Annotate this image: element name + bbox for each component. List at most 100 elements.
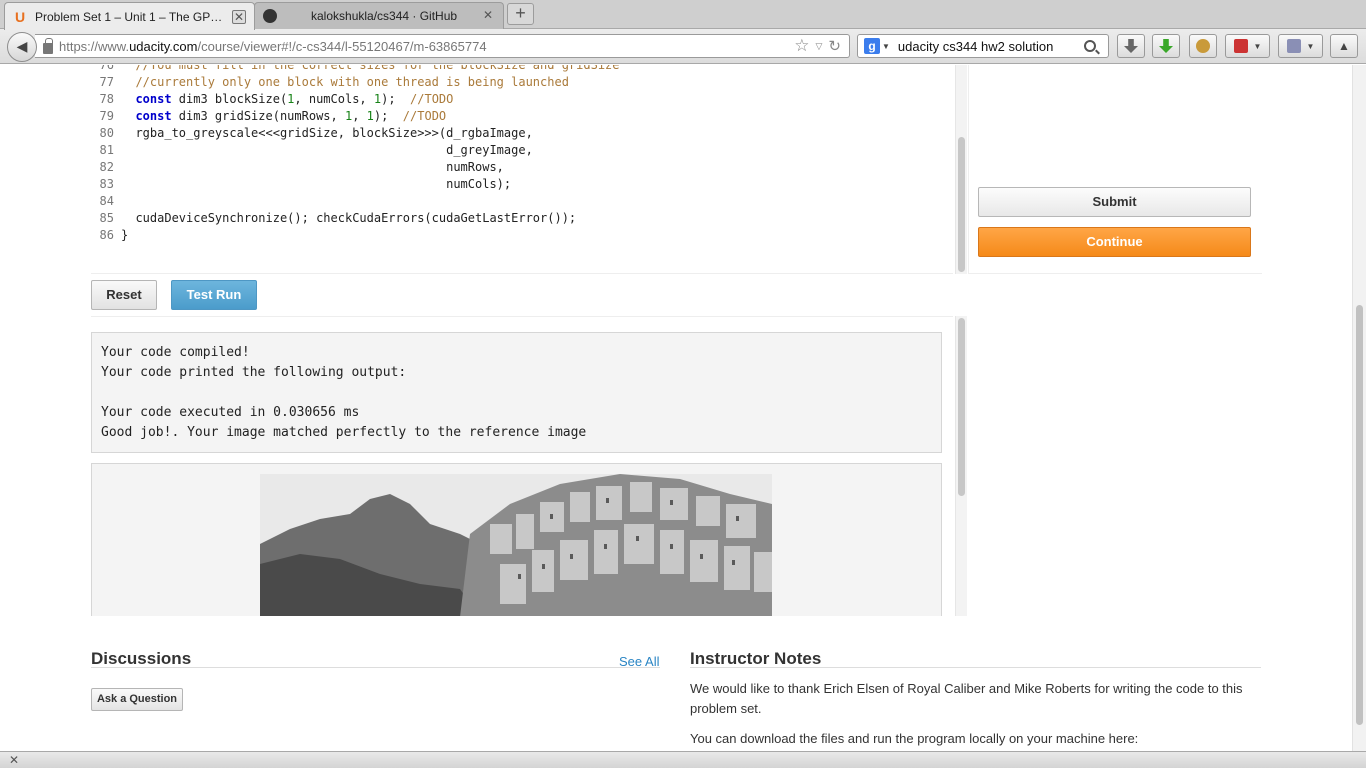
line-number: 79 — [99, 109, 114, 123]
greyscale-result-image — [260, 474, 772, 616]
output-line: Good job!. Your image matched perfectly … — [101, 425, 587, 440]
history-dropdown-icon[interactable]: ▽ — [816, 41, 823, 52]
code-line[interactable]: 86} — [91, 227, 951, 244]
close-icon[interactable]: ✕ — [9, 753, 19, 767]
menu-button[interactable]: ▲ — [1330, 34, 1358, 58]
udacity-logo-icon: U — [14, 8, 26, 25]
output-line: Your code compiled! — [101, 345, 250, 360]
reset-button[interactable]: Reset — [91, 280, 157, 310]
scrollbar-thumb[interactable] — [958, 137, 965, 272]
line-number: 85 — [99, 211, 114, 225]
line-number: 81 — [99, 143, 114, 157]
instructor-notes-text: You can download the files and run the p… — [690, 731, 1139, 746]
greyscale-town-photo — [260, 474, 772, 616]
tab-udacity-problem-set[interactable]: U Problem Set 1 – Unit 1 – The GP… ✕ — [4, 2, 255, 30]
code-token: dim3 blockSize( — [171, 92, 288, 106]
line-number: 84 — [99, 194, 114, 208]
output-line: Your code printed the following output: — [101, 365, 407, 380]
line-number: 77 — [99, 75, 114, 89]
downloads-button[interactable] — [1117, 34, 1145, 58]
line-number: 82 — [99, 160, 114, 174]
code-line[interactable]: 77 //currently only one block with one t… — [91, 74, 951, 91]
code-token: rgba_to_greyscale<<<gridSize, blockSize>… — [121, 126, 533, 140]
download-helper-button[interactable] — [1152, 34, 1180, 58]
page-scrollbar[interactable] — [1352, 65, 1366, 751]
code-token: //TODO — [402, 109, 447, 123]
continue-button[interactable]: Continue — [978, 227, 1251, 257]
code-line[interactable]: 83 numCols); — [91, 176, 951, 193]
search-bar[interactable]: g ▼ udacity cs344 hw2 solution — [857, 34, 1109, 58]
url-host: udacity.com — [129, 38, 198, 54]
output-line: Your code executed in 0.030656 ms — [101, 405, 360, 420]
code-editor[interactable]: 76 //You must fill in the correct sizes … — [91, 65, 953, 274]
divider — [91, 667, 660, 668]
reload-icon[interactable]: ↻ — [828, 37, 841, 55]
code-token: //currently only one block with one thre… — [121, 75, 569, 89]
code-token: 1 — [366, 109, 374, 123]
code-token: d_greyImage, — [121, 143, 533, 157]
extension-button[interactable] — [1189, 34, 1217, 58]
code-line[interactable]: 78 const dim3 blockSize(1, numCols, 1); … — [91, 91, 951, 108]
back-button[interactable]: ◀ — [7, 32, 37, 62]
code-token: cudaDeviceSynchronize(); checkCudaErrors… — [121, 211, 577, 225]
output-area: Your code compiled! Your code printed th… — [91, 316, 953, 616]
scrollbar-thumb[interactable] — [958, 318, 965, 496]
code-token: ); — [381, 92, 411, 106]
close-icon[interactable]: ✕ — [232, 9, 246, 24]
page-content: 76 //You must fill in the correct sizes … — [0, 65, 1352, 751]
code-line[interactable]: 79 const dim3 gridSize(numRows, 1, 1); /… — [91, 108, 951, 125]
up-arrow-icon: ▲ — [1338, 39, 1350, 53]
bookmark-star-icon[interactable]: ☆ — [794, 36, 809, 56]
navigation-toolbar: https://www.udacity.com/course/viewer#!/… — [0, 29, 1366, 64]
code-token: numRows, — [121, 160, 504, 174]
code-token: , — [352, 109, 367, 123]
code-line[interactable]: 85 cudaDeviceSynchronize(); checkCudaErr… — [91, 210, 951, 227]
scrollbar-thumb[interactable] — [1356, 305, 1363, 725]
code-line[interactable]: 76 //You must fill in the correct sizes … — [91, 65, 951, 74]
output-image-container — [91, 463, 942, 616]
code-line[interactable]: 84 — [91, 193, 951, 210]
addon-bar: ✕ — [0, 751, 1366, 768]
divider — [690, 667, 1261, 668]
search-icon[interactable] — [1084, 40, 1096, 52]
ask-question-button[interactable]: Ask a Question — [91, 688, 183, 711]
tab-title: Problem Set 1 – Unit 1 – The GP… — [35, 9, 223, 24]
output-console: Your code compiled! Your code printed th… — [91, 332, 942, 453]
close-icon[interactable]: ✕ — [481, 9, 495, 23]
code-line[interactable]: 81 d_greyImage, — [91, 142, 951, 159]
code-line[interactable]: 82 numRows, — [91, 159, 951, 176]
new-tab-button[interactable]: + — [507, 3, 534, 25]
code-token: ); — [373, 109, 403, 123]
submit-button[interactable]: Submit — [978, 187, 1251, 217]
google-search-engine-icon[interactable]: g — [864, 38, 880, 54]
chevron-down-icon[interactable]: ▼ — [1307, 42, 1315, 51]
code-token: //TODO — [410, 92, 454, 106]
line-number: 86 — [99, 228, 114, 242]
instructor-notes-heading: Instructor Notes — [690, 649, 822, 668]
code-token: const — [135, 109, 172, 123]
tab-github[interactable]: kalokshukla/cs344 · GitHub ✕ — [254, 2, 504, 29]
line-number: 78 — [99, 92, 114, 106]
tab-title: kalokshukla/cs344 · GitHub — [311, 9, 458, 23]
url-text[interactable]: https://www.udacity.com/course/viewer#!/… — [59, 39, 794, 54]
puzzle-icon — [1196, 39, 1210, 53]
line-number: 76 — [99, 65, 114, 72]
search-input[interactable]: udacity cs344 hw2 solution — [898, 39, 1084, 54]
test-run-button[interactable]: Test Run — [171, 280, 257, 310]
pdf-button[interactable]: ▼ — [1225, 34, 1270, 58]
bookmark-arrow-icon — [1286, 39, 1301, 53]
instructor-notes-text: We would like to thank Erich Elsen of Ro… — [690, 681, 1243, 716]
url-bar[interactable]: https://www.udacity.com/course/viewer#!/… — [35, 34, 850, 58]
bookmarks-button[interactable]: ▼ — [1278, 34, 1323, 58]
code-editor-scrollbar[interactable] — [955, 65, 967, 274]
code-line[interactable]: 80 rgba_to_greyscale<<<gridSize, blockSi… — [91, 125, 951, 142]
chevron-down-icon[interactable]: ▼ — [1254, 42, 1262, 51]
code-token: const — [135, 92, 172, 106]
chevron-down-icon[interactable]: ▼ — [882, 42, 890, 51]
output-scrollbar[interactable] — [955, 316, 967, 616]
lock-icon — [43, 37, 53, 54]
tab-strip: U Problem Set 1 – Unit 1 – The GP… ✕ kal… — [0, 0, 1366, 30]
url-controls: ☆ ▽ ↻ — [794, 36, 849, 56]
